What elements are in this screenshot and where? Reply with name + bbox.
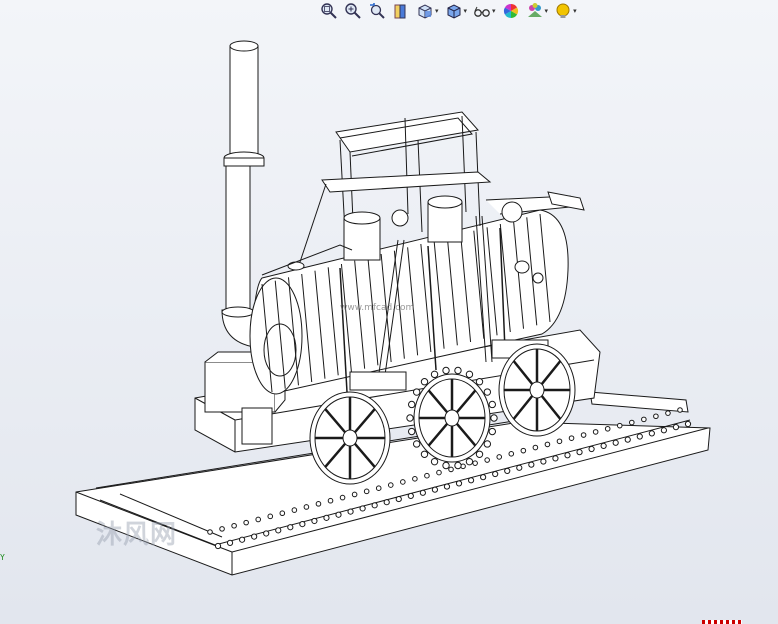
graphics-viewport[interactable]: ▾ ▾ ▾ ▾ ▾ www.mfcad.com 沐风网 Y xyxy=(0,0,778,624)
watermark-logo: 沐风网 xyxy=(96,520,178,550)
watermark-url: www.mfcad.com xyxy=(340,303,415,313)
status-strip xyxy=(702,620,742,624)
triad-axis-label: Y xyxy=(0,553,5,562)
